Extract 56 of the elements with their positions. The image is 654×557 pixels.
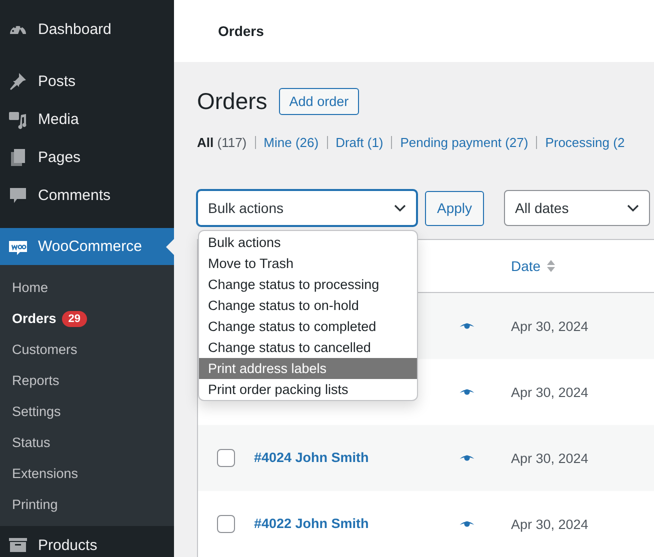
column-header[interactable]: Date	[511, 258, 555, 274]
eye-icon[interactable]	[459, 519, 475, 529]
sidebar-item[interactable]: Dashboard	[0, 10, 174, 48]
dropdown-option[interactable]: Change status to on-hold	[199, 295, 417, 316]
order-link[interactable]: #4024 John Smith	[254, 450, 369, 465]
submenu-item[interactable]: Reports	[0, 365, 174, 396]
chevron-down-icon	[627, 204, 639, 212]
submenu-item[interactable]: Extensions	[0, 458, 174, 489]
camera-music-icon	[8, 109, 28, 129]
dropdown-option[interactable]: Print order packing lists	[199, 379, 417, 400]
submenu-item[interactable]: Settings	[0, 396, 174, 427]
sidebar-item[interactable]: Posts	[0, 62, 174, 100]
dropdown-option[interactable]: Change status to processing	[199, 274, 417, 295]
row-checkbox[interactable]	[217, 449, 235, 467]
chevron-down-icon	[394, 204, 406, 212]
sidebar-item[interactable]: Pages	[0, 138, 174, 176]
dropdown-option[interactable]: Change status to completed	[199, 316, 417, 337]
order-link[interactable]: #4022 John Smith	[254, 516, 369, 531]
speech-bubble-icon	[8, 185, 28, 205]
date-cell: Apr 30, 2024	[511, 318, 588, 334]
pushpin-icon	[8, 71, 28, 91]
date-filter-select[interactable]: All dates	[504, 190, 650, 226]
dropdown-option[interactable]: Bulk actions	[199, 232, 417, 253]
eye-icon[interactable]	[459, 321, 475, 331]
active-pointer-icon	[166, 239, 174, 255]
header-title: Orders	[218, 23, 264, 39]
date-cell: Apr 30, 2024	[511, 516, 588, 532]
submenu-item[interactable]: Home	[0, 272, 174, 303]
submenu-item[interactable]: Orders 29	[0, 303, 174, 334]
filter-link[interactable]: All (117)	[197, 135, 247, 150]
dropdown-option[interactable]: Change status to cancelled	[199, 337, 417, 358]
sidebar-item[interactable]: Media	[0, 100, 174, 138]
eye-icon[interactable]	[459, 387, 475, 397]
submenu-item[interactable]: Customers	[0, 334, 174, 365]
sidebar-item[interactable]: Products	[0, 526, 174, 557]
bulk-actions-select[interactable]: Bulk actions	[197, 190, 417, 226]
pages-icon	[8, 147, 28, 167]
submenu-item[interactable]: Printing	[0, 489, 174, 520]
filter-link[interactable]: Draft (1)	[336, 135, 384, 150]
sidebar-item[interactable]: Comments	[0, 176, 174, 214]
eye-icon[interactable]	[459, 453, 475, 463]
date-cell: Apr 30, 2024	[511, 450, 588, 466]
filter-link[interactable]: Processing (2	[545, 135, 625, 150]
date-cell: Apr 30, 2024	[511, 384, 588, 400]
submenu-item[interactable]: Status	[0, 427, 174, 458]
dropdown-option[interactable]: Move to Trash	[199, 253, 417, 274]
add-order-button[interactable]: Add order	[279, 88, 359, 114]
row-checkbox[interactable]	[217, 515, 235, 533]
filter-link[interactable]: Pending payment (27)	[400, 135, 528, 150]
dropdown-option[interactable]: Print address labels	[199, 358, 417, 379]
sidebar-item[interactable]: WooCommerce	[0, 228, 174, 265]
page-title: Orders	[197, 88, 268, 114]
count-badge: 29	[62, 310, 87, 326]
apply-button[interactable]: Apply	[425, 190, 484, 226]
filter-link[interactable]: Mine (26)	[264, 135, 319, 150]
sort-arrows-icon	[546, 260, 555, 272]
